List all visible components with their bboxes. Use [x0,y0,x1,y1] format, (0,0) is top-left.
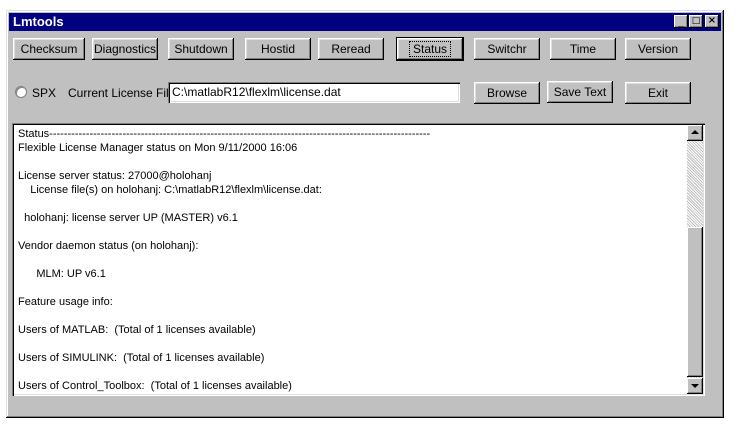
minimize-icon: _ [678,17,684,28]
status-line: Feature usage info: [18,296,113,308]
minimize-button[interactable]: _ [674,15,688,28]
exit-button[interactable]: Exit [625,82,691,104]
status-line: Flexible License Manager status on Mon 9… [18,142,298,154]
status-line: License file(s) on holohanj: C:\matlabR1… [18,184,322,196]
hostid-button[interactable]: Hostid [245,38,311,60]
vertical-scrollbar[interactable] [687,125,703,394]
status-text: Status----------------------------------… [18,127,678,396]
status-line [18,281,678,295]
reread-button[interactable]: Reread [318,38,384,60]
status-line [18,337,678,351]
browse-button[interactable]: Browse [474,82,540,104]
maximize-icon: □ [691,16,701,26]
status-line: MLM: UP v6.1 [18,268,106,280]
maximize-button[interactable]: □ [689,15,703,28]
status-line: Users of SIMULINK: (Total of 1 licenses … [18,352,265,364]
status-button[interactable]: Status [396,37,464,61]
status-line: Status----------------------------------… [18,128,431,140]
time-button[interactable]: Time [550,38,616,60]
arrow-down-icon [691,384,699,388]
status-line: Users of Control_Toolbox: (Total of 1 li… [18,380,292,392]
status-line [18,225,678,239]
switchr-button[interactable]: Switchr [474,38,540,60]
status-line: License server status: 27000@holohanj [18,170,212,182]
window-title: Lmtools [13,14,64,29]
status-line [18,197,678,211]
status-line [18,309,678,323]
lmtools-window: Lmtools _ □ × Checksum Diagnostics Shutd… [6,10,724,418]
status-line: holohanj: license server UP (MASTER) v6.… [18,212,238,224]
status-line: Users of MATLAB: (Total of 1 licenses av… [18,324,256,336]
spx-label: SPX [32,86,57,100]
checksum-button[interactable]: Checksum [13,38,85,60]
status-line [18,253,678,267]
scroll-thumb[interactable] [687,227,703,377]
close-icon: × [707,15,717,26]
window-controls: _ □ × [673,15,719,28]
status-line [18,393,678,396]
save-text-button[interactable]: Save Text [547,81,613,103]
status-line [18,155,678,169]
status-output[interactable]: Status----------------------------------… [12,123,705,396]
status-line [18,365,678,379]
status-line: Vendor daemon status (on holohanj): [18,240,199,252]
diagnostics-button[interactable]: Diagnostics [92,38,158,60]
current-license-label: Current License File [68,86,176,100]
close-button[interactable]: × [705,15,719,28]
version-button[interactable]: Version [625,38,691,60]
spx-radio[interactable] [15,86,27,98]
license-file-input[interactable]: C:\matlabR12\flexlm\license.dat [168,82,460,103]
scroll-down-button[interactable] [687,378,703,394]
scroll-up-button[interactable] [687,125,703,141]
arrow-up-icon [691,130,699,134]
title-bar[interactable]: Lmtools _ □ × [9,13,721,31]
shutdown-button[interactable]: Shutdown [168,38,234,60]
